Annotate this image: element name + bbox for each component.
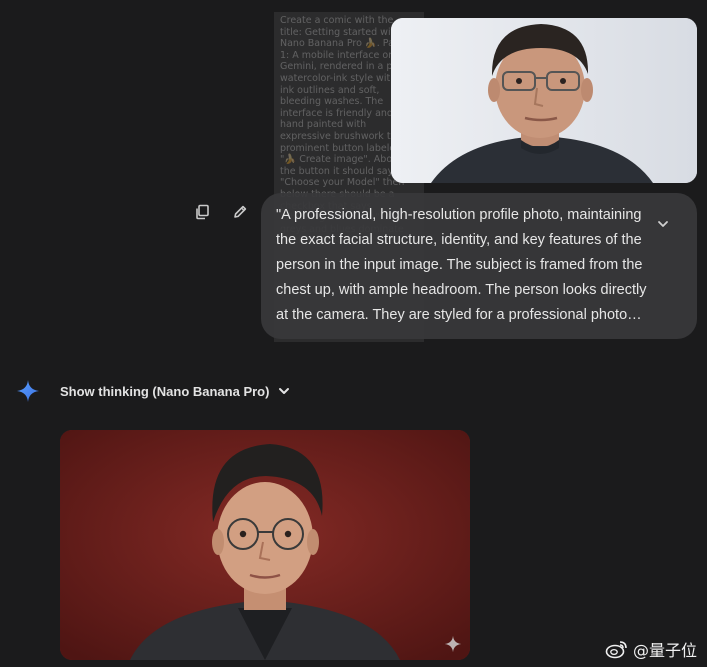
watermark-text: @量子位: [632, 641, 697, 660]
copy-icon[interactable]: [190, 200, 214, 224]
chevron-down-icon: [658, 221, 668, 227]
gemini-spark-icon: [17, 380, 39, 402]
watermark: @量子位: [605, 637, 697, 661]
weibo-icon: [605, 641, 627, 659]
chevron-down-icon: [279, 388, 290, 394]
generated-portrait-image[interactable]: [60, 430, 470, 660]
expand-prompt-button[interactable]: [651, 212, 675, 236]
user-uploaded-photo[interactable]: [391, 18, 697, 183]
edit-icon[interactable]: [228, 200, 252, 224]
show-thinking-toggle[interactable]: Show thinking (Nano Banana Pro): [60, 384, 291, 399]
show-thinking-label: Show thinking (Nano Banana Pro): [60, 383, 270, 399]
input-portrait-image: [391, 18, 697, 183]
user-prompt-bubble: "A professional, high-resolution profile…: [261, 193, 697, 339]
message-actions: [190, 200, 252, 224]
generated-portrait: [60, 430, 470, 660]
response-header: Show thinking (Nano Banana Pro): [16, 378, 291, 404]
sparkle-icon: [444, 635, 462, 653]
user-prompt-text: "A professional, high-resolution profile…: [276, 207, 647, 323]
